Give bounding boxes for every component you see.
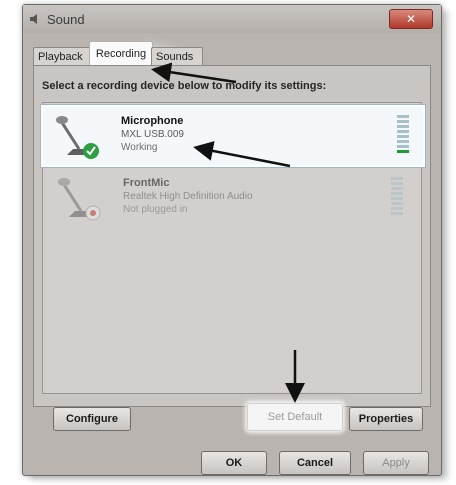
cancel-button[interactable]: Cancel [279, 451, 351, 475]
recording-panel: Select a recording device below to modif… [33, 65, 431, 407]
set-default-button[interactable]: Set Default [247, 403, 343, 431]
level-meter [397, 115, 409, 159]
close-button[interactable]: ✕ [389, 9, 433, 29]
microphone-icon [56, 116, 99, 159]
speaker-icon [30, 14, 37, 24]
device-description: Realtek High Definition Audio [123, 191, 253, 202]
apply-button[interactable]: Apply [363, 451, 429, 475]
device-name: Microphone [121, 115, 184, 127]
device-item-microphone[interactable]: Microphone MXL USB.009 Working [41, 105, 425, 167]
sound-dialog: Sound ✕ Playback Recording Sounds Select… [22, 4, 442, 476]
device-list: Microphone MXL USB.009 Working FrontMic … [41, 102, 425, 394]
tab-recording[interactable]: Recording [89, 41, 153, 66]
device-status: Working [121, 142, 158, 153]
device-status: Not plugged in [123, 204, 188, 215]
device-name: FrontMic [123, 177, 170, 189]
level-meter [391, 177, 403, 221]
instruction-text: Select a recording device below to modif… [42, 80, 327, 92]
microphone-icon [58, 178, 101, 221]
ok-button[interactable]: OK [201, 451, 267, 475]
tab-sounds[interactable]: Sounds [151, 47, 203, 66]
window-title: Sound [47, 12, 85, 27]
tab-playback[interactable]: Playback [33, 47, 91, 66]
properties-button[interactable]: Properties [349, 407, 423, 431]
device-description: MXL USB.009 [121, 129, 184, 140]
device-item-frontmic[interactable]: FrontMic Realtek High Definition Audio N… [45, 169, 417, 227]
configure-button[interactable]: Configure [53, 407, 131, 431]
title-bar: Sound ✕ [23, 5, 441, 33]
